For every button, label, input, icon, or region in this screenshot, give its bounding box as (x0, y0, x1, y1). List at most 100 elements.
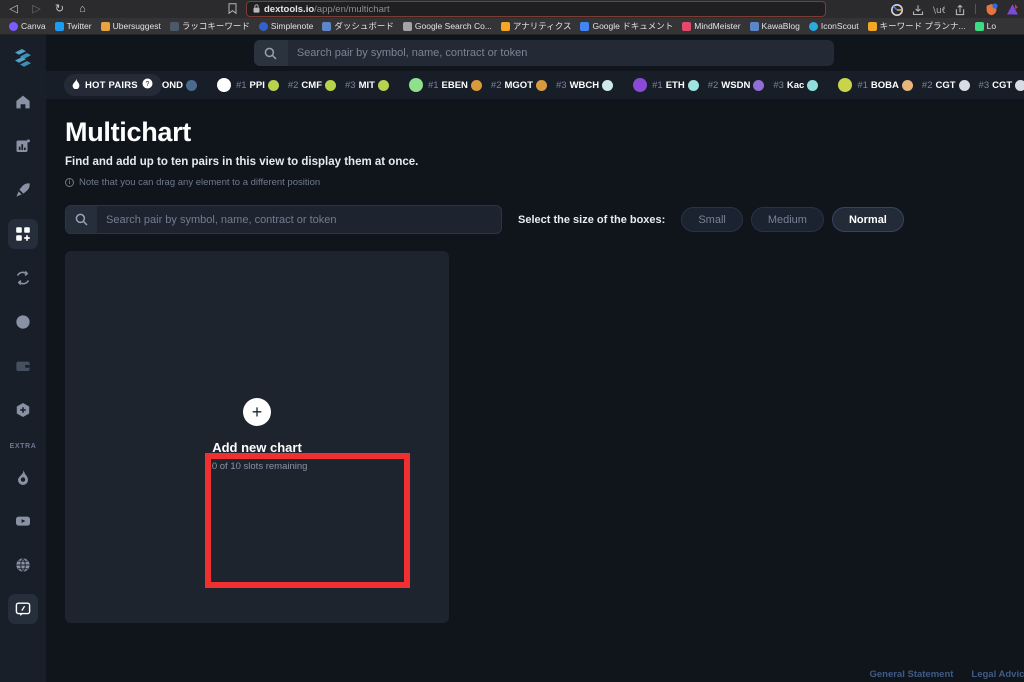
bookmark-item[interactable]: IconScout (806, 21, 862, 31)
flame-icon (15, 469, 31, 485)
sidebar-item-home[interactable] (8, 87, 38, 117)
translate-icon[interactable]: \u6587 (933, 3, 965, 16)
sidebar-item-hot[interactable] (8, 462, 38, 492)
size-button-normal[interactable]: Normal (831, 207, 904, 232)
token-icon (536, 79, 547, 91)
global-search-input[interactable] (287, 40, 834, 66)
bookmark-item[interactable]: Twitter (52, 21, 95, 31)
main-column: HOT PAIRS ? OND #1PPI #2CMF #3MIT (46, 35, 1024, 682)
pair-search-input[interactable] (97, 206, 501, 233)
wallet-icon (15, 358, 31, 374)
add-new-chart-title: Add new chart (212, 440, 302, 455)
bar-chart-icon (15, 138, 31, 154)
ticker-item[interactable]: #1 ETH (652, 79, 699, 91)
bookmark-item[interactable]: Google Search Co... (400, 21, 495, 31)
bookmark-label: キーワード プランナ... (879, 21, 966, 31)
ticker-group: #1 EBEN #2 MGOT #3 WBCH (398, 78, 622, 92)
bookmark-item[interactable]: Canva (6, 21, 49, 31)
share-icon[interactable] (954, 3, 966, 16)
ticker-item[interactable]: #3 CGT (979, 79, 1024, 91)
ticker-item[interactable]: #2 CMF (288, 79, 336, 91)
bookmark-label: Google ドキュメント (592, 21, 674, 31)
page-note: i Note that you can drag any element to … (65, 177, 1024, 188)
ticker-rank: #2 (707, 79, 719, 91)
bookmark-item[interactable]: ラッコキーワード (167, 20, 253, 32)
sidebar-item-charts[interactable] (8, 131, 38, 161)
add-new-chart-card[interactable]: + Add new chart 10 of 10 slots remaining (65, 335, 449, 535)
question-mark-icon[interactable]: ? (142, 76, 153, 94)
forward-icon[interactable]: ▷ (31, 3, 42, 15)
pair-search[interactable] (65, 205, 502, 234)
ticker-item[interactable]: #3 WBCH (556, 79, 614, 91)
add-new-chart-subtitle: 10 of 10 slots remaining (206, 461, 308, 472)
downloads-icon[interactable] (912, 3, 924, 16)
lo-icon (974, 21, 984, 31)
ticker-item[interactable]: #1 BOBA (857, 79, 913, 91)
home-icon[interactable]: ⌂ (77, 3, 88, 15)
plus-icon[interactable]: + (243, 398, 271, 426)
brave-shield-extension-icon[interactable] (985, 3, 998, 16)
global-search[interactable] (253, 40, 834, 66)
bookmark-item[interactable]: KawaBlog (747, 21, 803, 31)
ticker-item[interactable]: #2 WSDN (707, 79, 765, 91)
bookmark-item[interactable]: キーワード プランナ... (865, 20, 969, 32)
toolbar-divider (975, 4, 976, 14)
ticker-symbol: MGOT (504, 79, 534, 91)
ticker-item[interactable]: #2 MGOT (491, 79, 547, 91)
ticker-item[interactable]: #1 EBEN (427, 79, 482, 91)
reader-view-icon[interactable] (228, 3, 237, 17)
google-translate-g-icon[interactable] (891, 3, 903, 16)
bookmark-item[interactable]: Simplenote (256, 21, 317, 31)
extension-warning-icon[interactable] (1006, 3, 1018, 15)
size-button-medium[interactable]: Medium (750, 207, 824, 232)
ticker-rank: #1 (427, 79, 439, 91)
back-icon[interactable]: ◁ (8, 3, 19, 15)
sidebar-item-video[interactable] (8, 506, 38, 536)
bookmark-item[interactable]: Lo (972, 21, 999, 31)
app-page: EXTRA Search pair by symbol, name, contr… (0, 35, 1024, 682)
ticker-item[interactable]: OND (162, 79, 197, 91)
dextools-logo[interactable] (8, 43, 38, 73)
address-bar[interactable]: dextools.io/app/en/multichart (246, 1, 826, 17)
size-button-small[interactable]: Small (681, 207, 743, 232)
sidebar-extra-label: EXTRA (9, 443, 37, 450)
hot-pairs-chip[interactable]: HOT PAIRS ? (64, 74, 162, 96)
bookmark-item[interactable]: Ubersuggest (98, 21, 164, 31)
ticker-item[interactable]: #2 CGT (922, 79, 970, 91)
flame-icon (71, 78, 81, 92)
sidebar-item-gainers[interactable] (8, 175, 38, 205)
sidebar-item-swap[interactable] (8, 263, 38, 293)
reload-icon[interactable]: ↻ (54, 3, 65, 15)
ticker-item[interactable]: #3 Kac (773, 79, 819, 91)
sidebar-item-feedback[interactable] (8, 594, 38, 624)
ticker-rank: #1 (235, 79, 247, 91)
ticker-rank: #3 (773, 79, 784, 91)
bookmark-label: KawaBlog (761, 21, 800, 31)
bookmark-label: Canva (21, 21, 46, 31)
sidebar-item-add[interactable] (8, 395, 38, 425)
sidebar-item-wallet[interactable] (8, 351, 38, 381)
token-icon (267, 79, 279, 91)
search-icon[interactable] (253, 40, 288, 66)
bookmark-item[interactable]: アナリティクス (498, 20, 575, 32)
footer-link-general-statement[interactable]: General Statement (869, 669, 953, 680)
ticker-item[interactable]: #3 MIT (345, 79, 389, 91)
sidebar-item-analytics[interactable] (8, 307, 38, 337)
bookmark-item[interactable]: Google ドキュメント (577, 20, 676, 32)
info-icon: i (65, 178, 74, 187)
youtube-icon (15, 513, 31, 529)
token-icon (958, 79, 970, 91)
kawablog-icon (749, 21, 759, 31)
ticker-rank: #1 (652, 79, 663, 91)
bookmark-item[interactable]: MindMeister (679, 21, 743, 31)
ticker-rank: #3 (556, 79, 567, 91)
search-icon[interactable] (66, 206, 97, 233)
footer-link-legal-advice[interactable]: Legal Advice (971, 669, 1024, 680)
browser-toolbar-right: \u6587 (891, 0, 1018, 18)
controls-row: Select the size of the boxes: Small Medi… (65, 205, 1024, 234)
google-docs-icon (580, 21, 590, 31)
bookmark-item[interactable]: ダッシュボード (319, 20, 397, 32)
sidebar-item-language[interactable] (8, 550, 38, 580)
sidebar-item-multichart[interactable] (8, 219, 38, 249)
ticker-item[interactable]: #1 PPI (235, 79, 279, 91)
